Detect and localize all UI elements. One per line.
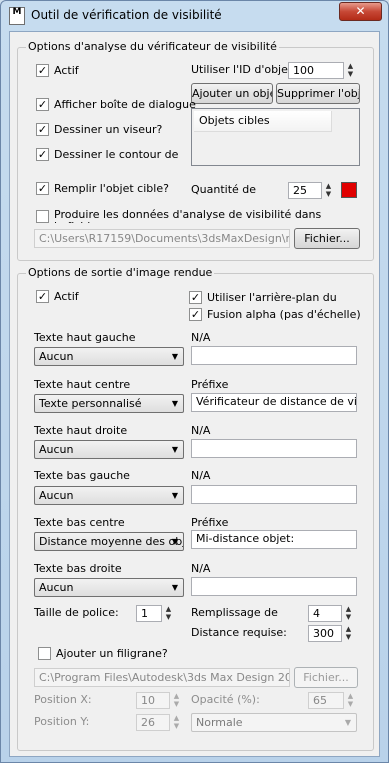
add-object-button[interactable]: Ajouter un objet [191, 83, 273, 104]
position-x-label: Position X: [34, 693, 92, 706]
chevron-down-icon: ▼ [171, 445, 178, 454]
render-output-group: Options de sortie d'image rendue ✓ Actif… [17, 266, 374, 751]
use-background-checkbox[interactable]: ✓ [189, 291, 202, 304]
target-objects-list[interactable]: Objets cibles [191, 108, 360, 166]
dialog-body: Options d'analyse du vérificateur de vis… [9, 31, 380, 757]
slot-text-select[interactable]: Aucun ▼ [34, 347, 184, 366]
font-size-input[interactable]: 1 [136, 605, 162, 622]
slot-field-label: N/A [191, 562, 211, 575]
render-group-title: Options de sortie d'image rendue [26, 266, 215, 279]
slot-label: Texte bas gauche [34, 469, 130, 482]
analysis-actif-label: Actif [54, 64, 79, 77]
title-bar[interactable]: M Outil de vérification de visibilité ✕ [1, 1, 388, 31]
quantity-label: Quantité de [191, 183, 257, 196]
watermark-checkbox[interactable] [38, 647, 51, 660]
quantity-input[interactable]: 25 [288, 182, 322, 199]
slot-label: Texte haut gauche [34, 331, 136, 344]
slot-text-input[interactable] [191, 577, 357, 596]
slot-field-label: N/A [191, 424, 211, 437]
slot-text-select[interactable]: Aucun ▼ [34, 486, 184, 505]
quantity-spinner[interactable]: ▲ ▼ [323, 182, 334, 199]
slot-text-input[interactable] [191, 346, 357, 365]
use-background-label: Utiliser l'arrière-plan du [207, 291, 337, 304]
render-actif-label: Actif [54, 290, 79, 303]
alpha-fusion-label: Fusion alpha (pas d'échelle) [207, 308, 361, 321]
slot-text-select[interactable]: Distance moyenne des objets▼ [34, 532, 184, 551]
slot-field-label: N/A [191, 469, 211, 482]
chevron-down-icon: ▼ [171, 491, 178, 500]
object-id-spinner[interactable]: ▲ ▼ [345, 62, 356, 79]
slot-text-select[interactable]: Aucun ▼ [34, 440, 184, 459]
fill-color-swatch[interactable] [341, 182, 357, 198]
opacity-label: Opacité (%): [191, 693, 260, 706]
watermark-path-input[interactable]: C:\Program Files\Autodesk\3ds Max Design… [34, 668, 290, 687]
slot-field-label: Préfixe [191, 378, 229, 391]
draw-outline-checkbox[interactable]: ✓ [36, 148, 49, 161]
slot-text-input[interactable] [191, 485, 357, 504]
chevron-down-icon: ▼ [171, 352, 178, 361]
slot-text-input[interactable]: Mi-distance objet: [191, 530, 357, 549]
chevron-down-icon: ▼ [344, 718, 351, 727]
target-objects-header[interactable]: Objets cibles [194, 111, 332, 132]
position-y-spinner[interactable]: ▲ ▼ [171, 714, 182, 731]
show-dialog-checkbox[interactable]: ✓ [36, 98, 49, 111]
chevron-down-icon: ▼ [171, 583, 178, 592]
slot-text-input[interactable]: Vérificateur de distance de visibilité [191, 393, 357, 412]
app-logo-icon: M [9, 7, 25, 25]
position-x-spinner[interactable]: ▲ ▼ [171, 692, 182, 709]
padding-input[interactable]: 4 [308, 605, 342, 622]
close-button[interactable]: ✕ [339, 2, 382, 21]
font-size-spinner[interactable]: ▲ ▼ [163, 605, 174, 622]
object-id-input[interactable]: 100 [288, 62, 344, 79]
slot-label: Texte haut droite [34, 424, 128, 437]
chevron-down-icon: ▼ [171, 537, 178, 546]
analysis-options-group: Options d'analyse du vérificateur de vis… [17, 40, 374, 261]
draw-outline-label: Dessiner le contour de [54, 148, 179, 161]
slot-label: Texte bas droite [34, 562, 122, 575]
position-x-input[interactable]: 10 [136, 692, 170, 709]
fill-target-label: Remplir l'objet cible? [54, 182, 169, 195]
watermark-label: Ajouter un filigrane? [56, 647, 168, 660]
padding-label: Remplissage de [191, 606, 278, 619]
use-object-id-label: Utiliser l'ID d'objet: [191, 63, 296, 76]
produce-data-label: Produire les données d'analyse de visibi… [54, 209, 322, 223]
position-y-input[interactable]: 26 [136, 714, 170, 731]
font-size-label: Taille de police: [34, 606, 119, 619]
opacity-input[interactable]: 65 [308, 692, 344, 709]
position-y-label: Position Y: [34, 715, 90, 728]
produce-data-checkbox[interactable] [36, 210, 49, 223]
required-distance-label: Distance requise: [191, 626, 287, 639]
render-actif-checkbox[interactable]: ✓ [36, 290, 49, 303]
chevron-down-icon: ▼ [171, 399, 178, 408]
dialog-window: M Outil de vérification de visibilité ✕ … [0, 0, 389, 763]
remove-object-button[interactable]: Supprimer l'objet [276, 83, 360, 104]
alpha-fusion-checkbox[interactable]: ✓ [189, 308, 202, 321]
blend-mode-select[interactable]: Normale ▼ [191, 713, 357, 732]
required-distance-input[interactable]: 300 [308, 625, 342, 642]
slot-label: Texte haut centre [34, 378, 131, 391]
draw-viewfinder-checkbox[interactable]: ✓ [36, 123, 49, 136]
slot-field-label: N/A [191, 331, 211, 344]
analysis-actif-checkbox[interactable]: ✓ [36, 64, 49, 77]
slot-text-input[interactable] [191, 439, 357, 458]
slot-field-label: Préfixe [191, 516, 229, 529]
opacity-spinner[interactable]: ▲ ▼ [345, 692, 356, 709]
watermark-file-button[interactable]: Fichier... [294, 667, 358, 688]
show-dialog-label: Afficher boîte de dialogue [54, 98, 196, 111]
window-title: Outil de vérification de visibilité [31, 8, 222, 22]
required-distance-spinner[interactable]: ▲ ▼ [343, 625, 354, 642]
slot-label: Texte bas centre [34, 516, 125, 529]
analysis-group-title: Options d'analyse du vérificateur de vis… [26, 40, 279, 53]
slot-text-select[interactable]: Aucun ▼ [34, 578, 184, 597]
padding-spinner[interactable]: ▲ ▼ [343, 605, 354, 622]
draw-viewfinder-label: Dessiner un viseur? [54, 123, 163, 136]
analysis-output-path-input[interactable]: C:\Users\R17159\Documents\3dsMaxDesign\r… [34, 229, 290, 248]
slot-text-select[interactable]: Texte personnalisé ▼ [34, 394, 184, 413]
fill-target-checkbox[interactable]: ✓ [36, 182, 49, 195]
analysis-file-button[interactable]: Fichier... [294, 228, 360, 249]
